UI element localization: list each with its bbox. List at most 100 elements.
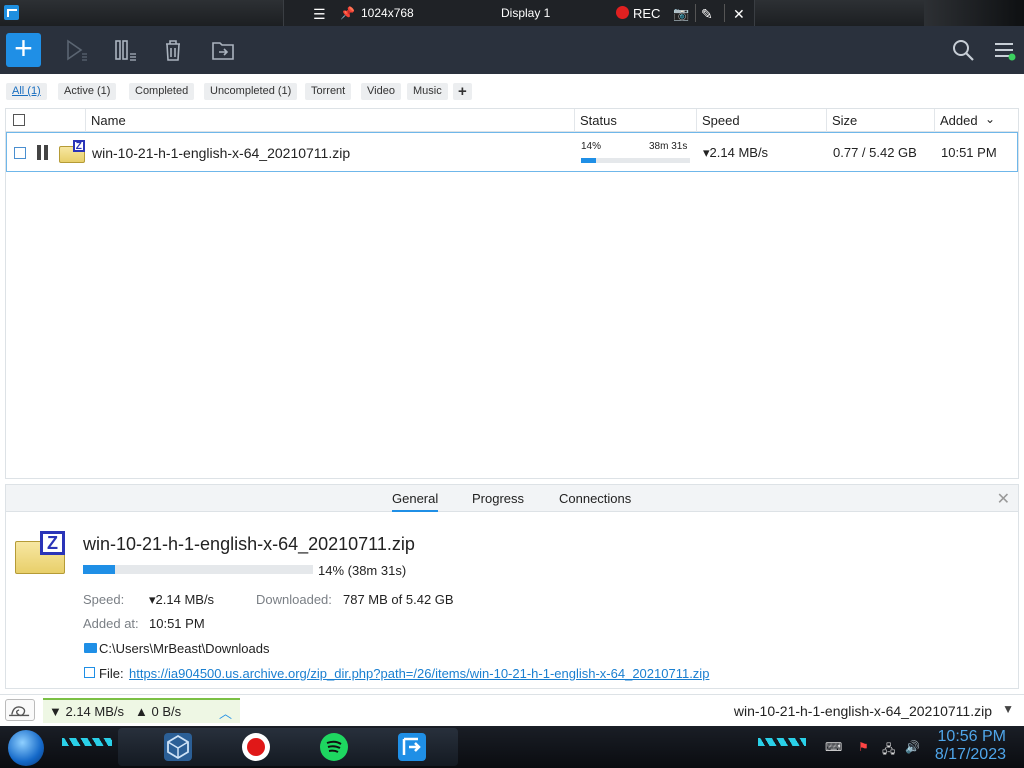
sort-chevron-icon[interactable]: ⌄	[985, 112, 995, 126]
table-row[interactable]: Z win-10-21-h-1-english-x-64_20210711.zi…	[6, 132, 1018, 172]
speed-limiter-icon[interactable]	[5, 699, 35, 721]
added-value: 10:51 PM	[149, 616, 205, 631]
downloaded-value: 787 MB of 5.42 GB	[343, 592, 454, 607]
column-divider	[826, 109, 827, 132]
file-label: File:	[99, 666, 124, 681]
download-speed: ▾2.14 MB/s	[703, 145, 769, 160]
add-download-button[interactable]: +	[6, 32, 41, 67]
filter-tabs: All (1) Active (1) Completed Uncompleted…	[0, 74, 1024, 108]
virtualbox-app-icon[interactable]	[164, 733, 192, 761]
column-divider	[696, 109, 697, 132]
record-dot-icon	[616, 6, 629, 19]
speed-summary[interactable]: ▼ 2.14 MB/s ▲ 0 B/s ︿	[43, 698, 240, 723]
rec-button[interactable]: REC	[633, 6, 660, 21]
list-header: Name Status Speed Size Added ⌄	[6, 109, 1018, 132]
download-list: Name Status Speed Size Added ⌄ Z win-10-…	[5, 108, 1019, 479]
search-icon[interactable]	[951, 38, 975, 62]
row-progress-bar	[581, 158, 690, 163]
zip-file-icon: Z	[59, 140, 85, 164]
column-divider	[934, 109, 935, 132]
menu-icon[interactable]: ☰	[313, 6, 326, 23]
detail-panel: General Progress Connections ✕ Z win-10-…	[5, 484, 1019, 689]
column-header-name[interactable]: Name	[91, 113, 126, 128]
tab-general[interactable]: General	[392, 491, 439, 512]
camera-icon[interactable]: 📷	[673, 6, 689, 22]
column-divider	[85, 109, 86, 132]
column-header-size[interactable]: Size	[832, 113, 857, 128]
display-selector[interactable]: Display 1	[501, 6, 550, 20]
divider	[695, 4, 696, 22]
add-category-button[interactable]: +	[453, 83, 472, 100]
clock-time: 10:56 PM	[937, 728, 1006, 745]
select-all-checkbox[interactable]	[13, 114, 25, 126]
file-size: 0.77 / 5.42 GB	[833, 145, 917, 160]
taskbar-dock	[118, 728, 458, 766]
added-time: 10:51 PM	[941, 145, 997, 160]
detail-progress-text: 14% (38m 31s)	[318, 563, 407, 578]
pause-icon[interactable]	[37, 145, 49, 161]
pin-icon[interactable]: 📌	[340, 6, 355, 20]
decorative-stripes	[758, 738, 806, 746]
column-divider	[574, 109, 575, 132]
volume-icon[interactable]: 🔊	[905, 740, 920, 754]
menu-icon[interactable]	[992, 38, 1016, 62]
remote-desktop-bar: ☰ 📌 1024x768 Display 1 REC 📷 ✎ ✕	[0, 0, 1024, 26]
download-speed-total: ▼ 2.14 MB/s	[49, 704, 125, 719]
resume-icon[interactable]	[64, 38, 88, 62]
zip-file-icon: Z	[15, 531, 65, 575]
file-name: win-10-21-h-1-english-x-64_20210711.zip	[92, 145, 351, 161]
resolution-label: 1024x768	[361, 6, 414, 20]
detail-tabs: General Progress Connections ✕	[6, 485, 1018, 512]
tab-connections[interactable]: Connections	[559, 491, 631, 506]
tab-active[interactable]: Active (1)	[58, 83, 117, 100]
keyboard-icon[interactable]: ⌨	[825, 740, 842, 754]
detail-progress-fill	[83, 565, 116, 574]
speed-value: ▾2.14 MB/s	[149, 592, 215, 607]
divider	[724, 4, 725, 22]
download-manager-app-icon[interactable]	[398, 733, 426, 761]
tab-music[interactable]: Music	[407, 83, 448, 100]
detail-file-name: win-10-21-h-1-english-x-64_20210711.zip	[83, 534, 415, 554]
app-logo-icon[interactable]	[4, 5, 19, 20]
flag-alert-icon[interactable]: ⚑	[858, 740, 869, 754]
pause-all-icon[interactable]	[114, 38, 138, 62]
detail-progress-bar	[83, 565, 313, 574]
upload-speed-total: ▲ 0 B/s	[135, 704, 182, 719]
taskbar: ⌨ ⚑ 🖧 🔊 10:56 PM 8/17/2023	[0, 726, 1024, 768]
start-button[interactable]	[8, 730, 44, 766]
status-eta: 38m 31s	[649, 141, 688, 152]
chevron-up-icon[interactable]: ︿	[219, 703, 232, 722]
added-label: Added at:	[83, 616, 139, 631]
folder-icon[interactable]	[84, 643, 97, 653]
row-checkbox[interactable]	[14, 147, 26, 159]
app-toolbar: +	[0, 26, 1024, 74]
record-app-icon[interactable]	[242, 733, 270, 761]
tab-completed[interactable]: Completed	[129, 83, 195, 100]
speed-label: Speed:	[83, 592, 125, 607]
move-folder-icon[interactable]	[211, 38, 235, 62]
close-panel-icon[interactable]: ✕	[997, 489, 1010, 509]
downloaded-label: Downloaded:	[256, 592, 332, 607]
external-link-icon[interactable]	[84, 667, 95, 678]
chevron-down-icon[interactable]: ▼	[1002, 702, 1014, 716]
tab-all[interactable]: All (1)	[6, 83, 47, 100]
column-header-status[interactable]: Status	[580, 113, 617, 128]
spotify-app-icon[interactable]	[320, 733, 348, 761]
delete-icon[interactable]	[161, 38, 185, 62]
status-file-name: win-10-21-h-1-english-x-64_20210711.zip	[733, 703, 992, 719]
tab-progress[interactable]: Progress	[472, 491, 524, 506]
clock[interactable]: 10:56 PM 8/17/2023	[935, 728, 1006, 764]
file-url-link[interactable]: https://ia904500.us.archive.org/zip_dir.…	[129, 666, 709, 681]
column-header-speed[interactable]: Speed	[702, 113, 740, 128]
network-icon[interactable]: 🖧	[882, 740, 895, 761]
tab-uncompleted[interactable]: Uncompleted (1)	[204, 83, 298, 100]
decorative-corner	[924, 0, 1024, 26]
pen-icon[interactable]: ✎	[701, 6, 713, 23]
close-icon[interactable]: ✕	[733, 6, 745, 23]
tab-torrent[interactable]: Torrent	[305, 83, 352, 100]
download-folder-path[interactable]: C:\Users\MrBeast\Downloads	[99, 641, 270, 656]
clock-date: 8/17/2023	[934, 746, 1006, 763]
status-percent: 14%	[581, 141, 602, 152]
column-header-added[interactable]: Added	[940, 113, 978, 128]
tab-video[interactable]: Video	[361, 83, 401, 100]
